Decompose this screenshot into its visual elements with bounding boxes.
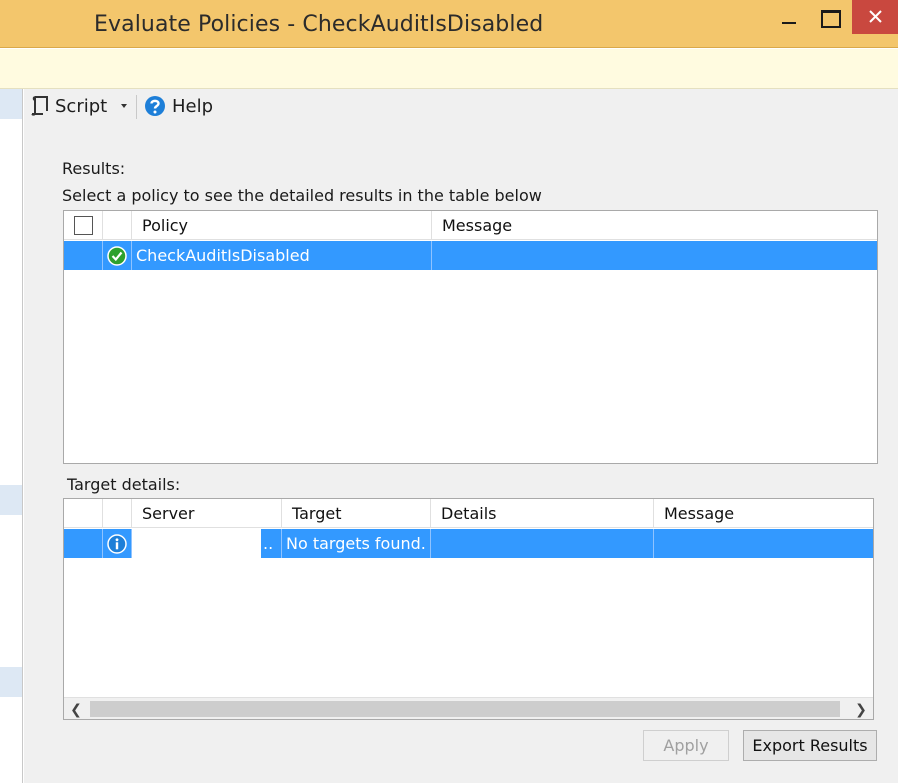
left-panel-highlight	[0, 89, 22, 119]
row-header-column	[64, 499, 103, 528]
horizontal-scrollbar[interactable]: ❮ ❯	[64, 697, 873, 719]
help-button[interactable]: Help	[144, 95, 213, 117]
apply-button[interactable]: Apply	[643, 730, 729, 761]
script-dropdown-arrow[interactable]	[121, 104, 127, 108]
server-cell: ..	[132, 529, 282, 558]
info-icon	[107, 534, 127, 554]
target-message-cell	[654, 529, 873, 558]
target-details-grid[interactable]: Server Target Details Message .. No targ…	[63, 498, 874, 720]
results-instruction: Select a policy to see the detailed resu…	[62, 186, 542, 205]
target-grid-header: Server Target Details Message	[64, 499, 873, 528]
target-message-column-header[interactable]: Message	[654, 499, 873, 528]
select-all-checkbox[interactable]	[74, 216, 93, 235]
target-details-heading: Target details:	[67, 475, 181, 494]
status-cell	[103, 529, 132, 558]
details-column-header[interactable]: Details	[431, 499, 654, 528]
script-label: Script	[55, 95, 108, 117]
table-row[interactable]: .. No targets found.	[64, 529, 873, 558]
server-overflow-ellipsis: ..	[263, 534, 274, 553]
policy-column-header[interactable]: Policy	[132, 211, 432, 240]
select-all-column	[64, 211, 103, 240]
server-value-box	[132, 529, 261, 558]
details-cell	[431, 529, 654, 558]
left-panel-highlight	[0, 667, 22, 697]
results-heading: Results:	[62, 159, 126, 178]
status-column-header	[103, 211, 132, 240]
status-cell	[103, 241, 132, 270]
results-grid[interactable]: Policy Message CheckAuditIsDisabled	[63, 210, 878, 464]
close-button[interactable]	[852, 0, 898, 34]
target-cell: No targets found.	[282, 529, 431, 558]
server-column-header[interactable]: Server	[132, 499, 282, 528]
maximize-button[interactable]	[812, 0, 848, 34]
scroll-right-arrow[interactable]: ❯	[849, 698, 873, 719]
left-panel-edge	[0, 89, 23, 783]
left-panel-highlight	[0, 485, 22, 515]
script-icon	[31, 96, 48, 116]
close-icon	[869, 10, 882, 23]
message-column-header[interactable]: Message	[432, 211, 877, 240]
success-icon	[107, 246, 127, 266]
policy-cell: CheckAuditIsDisabled	[132, 241, 432, 270]
main-panel: Script Help Results: Select a policy to …	[24, 89, 898, 783]
scrollbar-thumb[interactable]	[90, 701, 840, 717]
row-checkbox-cell	[64, 241, 103, 270]
status-column-header	[103, 499, 132, 528]
help-label: Help	[172, 95, 214, 117]
export-results-button[interactable]: Export Results	[743, 730, 877, 761]
script-button[interactable]: Script	[30, 95, 107, 117]
toolbar-separator	[136, 95, 137, 119]
results-grid-header: Policy Message	[64, 211, 877, 240]
minimize-button[interactable]	[770, 0, 810, 34]
message-cell	[432, 241, 877, 270]
row-header-cell	[64, 529, 103, 558]
title-bar: Evaluate Policies - CheckAuditIsDisabled	[0, 0, 898, 48]
table-row[interactable]: CheckAuditIsDisabled	[64, 241, 877, 270]
target-column-header[interactable]: Target	[282, 499, 431, 528]
info-bar	[0, 49, 898, 89]
help-icon	[145, 96, 165, 116]
window-title: Evaluate Policies - CheckAuditIsDisabled	[94, 12, 544, 37]
scroll-left-arrow[interactable]: ❮	[64, 698, 88, 719]
